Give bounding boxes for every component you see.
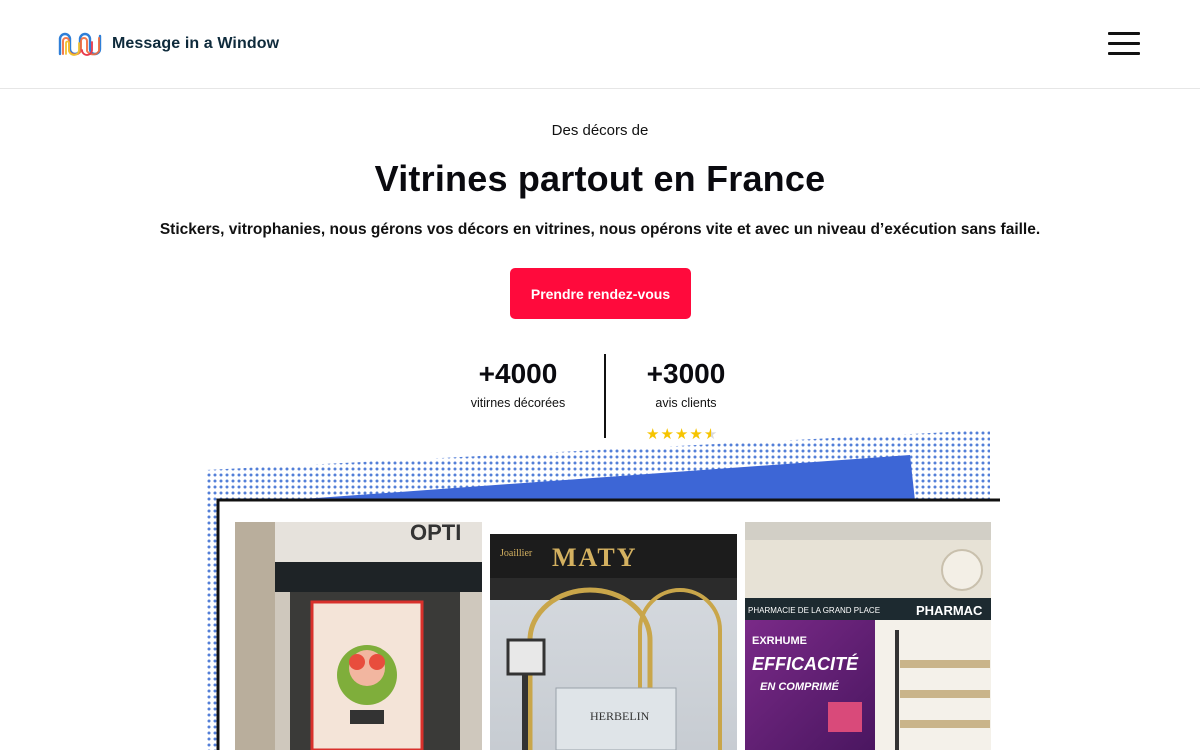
svg-text:OPTI: OPTI <box>410 520 461 545</box>
stat-client-reviews: +3000 avis clients <box>616 358 756 410</box>
logo-mark-icon <box>58 32 102 56</box>
storefront-photo-pharmacy: PHARMACIE DE LA GRAND PLACE PHARMAC EXRH… <box>745 522 991 750</box>
book-appointment-button[interactable]: Prendre rendez-vous <box>510 268 691 319</box>
svg-text:PHARMACIE DE LA GRAND PLACE: PHARMACIE DE LA GRAND PLACE <box>748 606 880 615</box>
svg-text:Joaillier: Joaillier <box>500 548 533 559</box>
hamburger-icon[interactable] <box>1106 30 1142 58</box>
svg-text:MATY: MATY <box>552 543 638 572</box>
storefront-collage: OPTI Joaillier MATY HERBELIN PHARMACIE D… <box>206 430 1000 750</box>
stat-label: avis clients <box>655 396 717 410</box>
hero-subtitle: Stickers, vitrophanies, nous gérons vos … <box>159 221 1041 238</box>
brand-logo[interactable]: Message in a Window <box>58 30 279 58</box>
stats-divider <box>604 354 606 438</box>
svg-text:EFFICACITÉ: EFFICACITÉ <box>752 653 859 674</box>
storefront-photo-optician: OPTI <box>235 520 482 750</box>
hero-eyebrow: Des décors de <box>551 122 649 139</box>
page-title: Vitrines partout en France <box>374 158 826 199</box>
stat-windows-decorated: +4000 vitirnes décorées <box>448 358 588 410</box>
svg-text:EXRHUME: EXRHUME <box>752 635 807 647</box>
stat-value: +3000 <box>646 358 726 389</box>
stat-label: vitirnes décorées <box>470 396 566 410</box>
storefront-photo-jeweller: Joaillier MATY HERBELIN <box>490 534 737 750</box>
stat-value: +4000 <box>478 358 558 389</box>
svg-text:EN COMPRIMÉ: EN COMPRIMÉ <box>760 680 840 693</box>
svg-text:PHARMAC: PHARMAC <box>916 603 983 618</box>
site-header: Message in a Window <box>0 0 1200 89</box>
brand-name: Message in a Window <box>112 35 280 52</box>
svg-text:HERBELIN: HERBELIN <box>590 709 650 723</box>
